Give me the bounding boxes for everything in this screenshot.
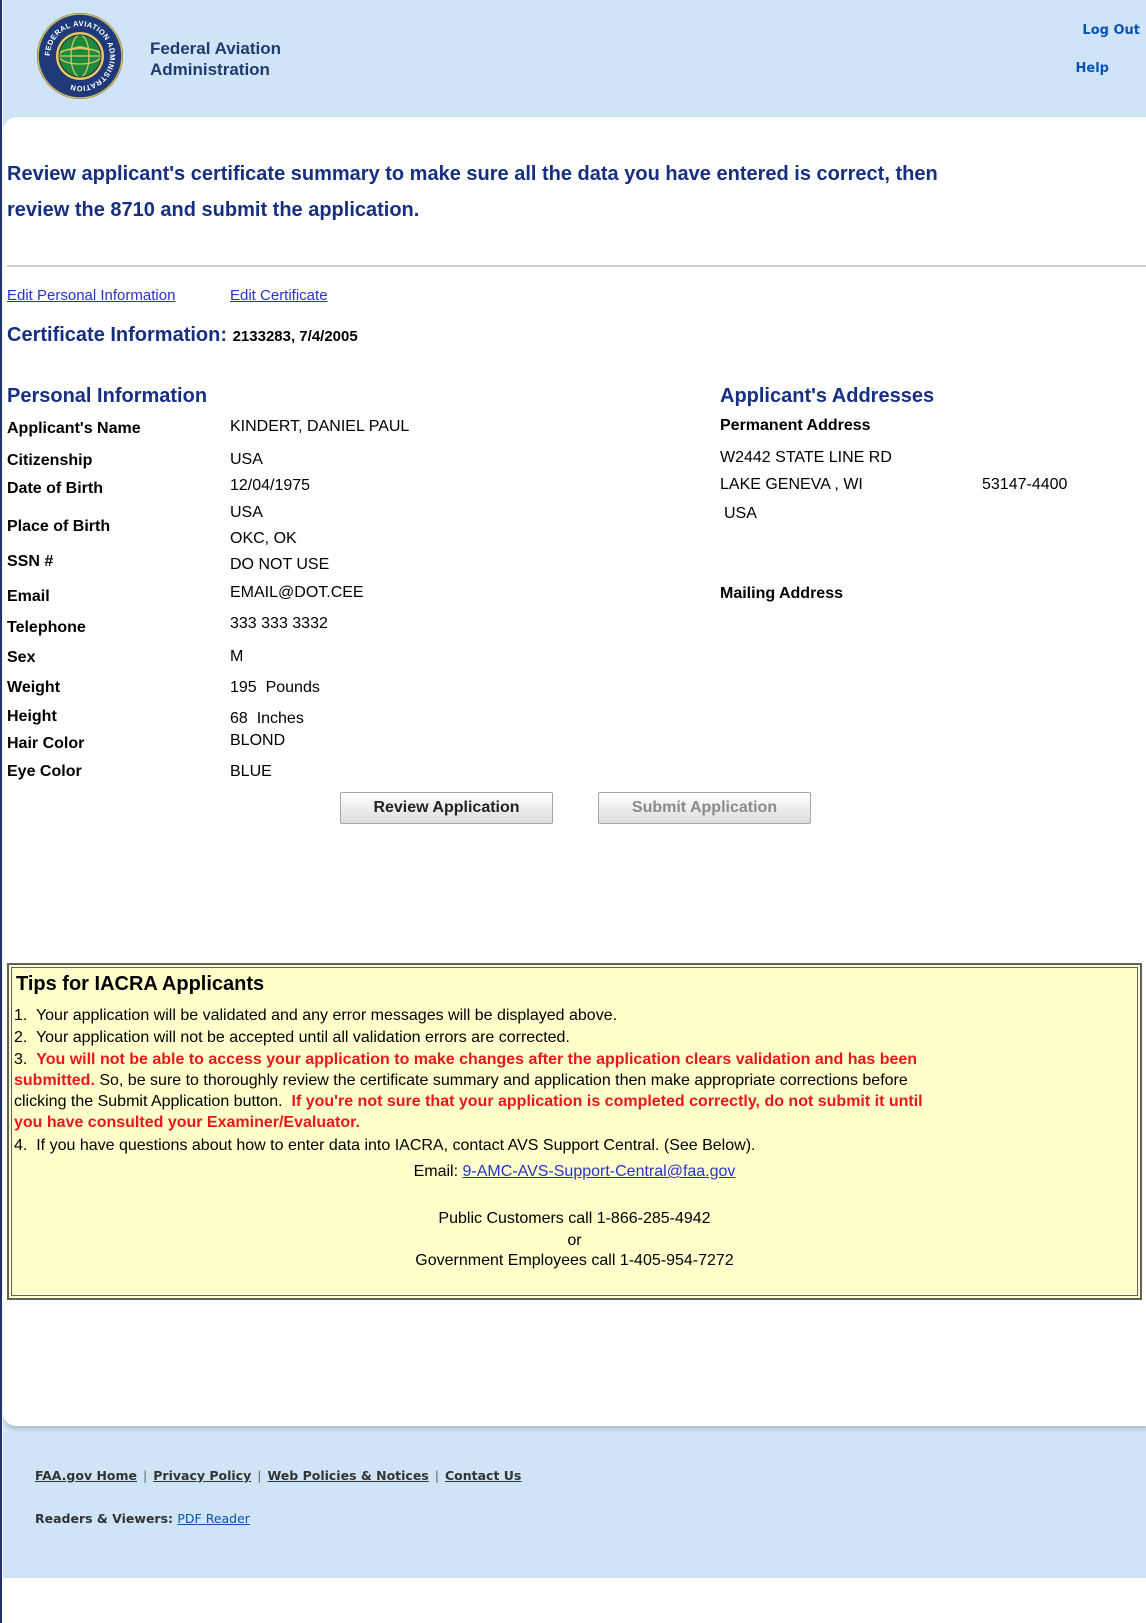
label-hair-color: Hair Color [7,735,85,752]
certificate-information-label: Certificate Information: [7,324,233,346]
readers-viewers-label: Readers & Viewers: [35,1511,178,1526]
edit-personal-information-link[interactable]: Edit Personal Information [7,287,175,304]
label-applicant-name: Applicant's Name [7,420,141,437]
instruction-line2: review the 8710 and submit the applicati… [7,199,420,221]
label-telephone: Telephone [7,619,86,636]
tip-warning-line1: You will not be able to access your appl… [36,1051,918,1068]
label-eye-color: Eye Color [7,763,82,780]
certificate-information-value: 2133283, 7/4/2005 [232,328,358,345]
value-place-of-birth-country: USA [230,504,263,521]
tip-item-1: 1. Your application will be validated an… [14,1007,618,1024]
tip-item-3-text1: So, be sure to thoroughly review the cer… [94,1072,908,1089]
instruction-line1: Review applicant's certificate summary t… [7,163,938,185]
tips-title: Tips for IACRA Applicants [16,973,265,995]
value-place-of-birth-city: OKC, OK [230,530,297,547]
support-email: Email: 9-AMC-AVS-Support-Central@faa.gov [9,1163,1140,1181]
footer-link-contact-us[interactable]: Contact Us [445,1468,521,1483]
permanent-address-label: Permanent Address [720,417,871,434]
instruction-text: Review applicant's certificate summary t… [7,156,1137,228]
tip-item-3-number: 3. [14,1051,37,1068]
label-ssn: SSN # [7,553,54,570]
footer-links: FAA.gov Home | Privacy Policy | Web Policies… [35,1468,521,1483]
footer-separator: | [434,1468,439,1483]
footer-separator: | [257,1468,262,1483]
personal-information-heading: Personal Information [7,385,208,407]
certificate-information: Certificate Information: 2133283, 7/4/20… [7,324,358,347]
footer-link-web-policies[interactable]: Web Policies & Notices [267,1468,428,1483]
footer-separator: | [143,1468,148,1483]
readers-viewers: Readers & Viewers: PDF Reader [35,1511,250,1526]
agency-name-line2: Administration [150,60,270,79]
phone-or: or [567,1232,582,1249]
submit-application-button[interactable]: Submit Application [598,792,811,824]
label-sex: Sex [7,649,36,666]
tip-item-3: 3. You will not be able to access your a… [14,1049,923,1133]
tips-box: Tips for IACRA Applicants 1. Your applic… [7,963,1142,1300]
tip-warning-line4: you have consulted your Examiner/Evaluat… [14,1114,360,1131]
tip-warning-line2: submitted. [14,1072,95,1089]
faa-seal-logo: FEDERAL AVIATION ADMINISTRATION [37,13,123,99]
tip-item-3-text2: clicking the Submit Application button. [14,1093,292,1110]
value-height: 68 Inches [230,710,304,727]
support-email-label: Email: [413,1163,463,1180]
logout-link[interactable]: Log Out [1082,23,1140,38]
help-link[interactable]: Help [1076,61,1109,76]
support-email-link[interactable]: 9-AMC-AVS-Support-Central@faa.gov [462,1163,735,1180]
label-date-of-birth: Date of Birth [7,480,103,497]
value-citizenship: USA [230,451,263,468]
left-border [0,0,2,1623]
address-zip: 53147-4400 [982,476,1068,493]
footer-link-faa-home[interactable]: FAA.gov Home [35,1468,137,1483]
edit-certificate-link[interactable]: Edit Certificate [230,287,328,304]
value-applicant-name: KINDERT, DANIEL PAUL [230,418,410,435]
site-header: FEDERAL AVIATION ADMINISTRATION Federal … [3,0,1146,118]
tip-item-4: 4. If you have questions about how to en… [14,1137,756,1154]
value-weight: 195 Pounds [230,679,320,696]
government-employees-phone: Government Employees call 1-405-954-7272 [415,1252,734,1269]
value-telephone: 333 333 3332 [230,615,328,632]
label-height: Height [7,708,57,725]
divider [7,265,1146,267]
value-eye-color: BLUE [230,763,272,780]
tip-item-2: 2. Your application will not be accepted… [14,1029,570,1046]
address-city-state: LAKE GENEVA , WI [720,476,863,493]
label-email: Email [7,588,50,605]
address-country: USA [724,505,757,522]
footer-link-privacy-policy[interactable]: Privacy Policy [153,1468,251,1483]
value-sex: M [230,648,244,665]
label-citizenship: Citizenship [7,452,93,469]
label-place-of-birth: Place of Birth [7,518,111,535]
tip-warning-line3: If you're not sure that your application… [291,1093,923,1110]
value-hair-color: BLOND [230,732,286,749]
address-street: W2442 STATE LINE RD [720,449,892,466]
public-customers-phone: Public Customers call 1-866-285-4942 [438,1210,711,1227]
review-application-button[interactable]: Review Application [340,792,553,824]
value-email: EMAIL@DOT.CEE [230,584,364,601]
pdf-reader-link[interactable]: PDF Reader [177,1511,250,1526]
agency-name-line1: Federal Aviation [150,39,281,58]
mailing-address-label: Mailing Address [720,585,843,602]
label-weight: Weight [7,679,61,696]
value-ssn: DO NOT USE [230,556,330,573]
applicant-addresses-heading: Applicant's Addresses [720,385,935,407]
value-date-of-birth: 12/04/1975 [230,477,311,494]
agency-name: Federal Aviation Administration [150,38,281,80]
